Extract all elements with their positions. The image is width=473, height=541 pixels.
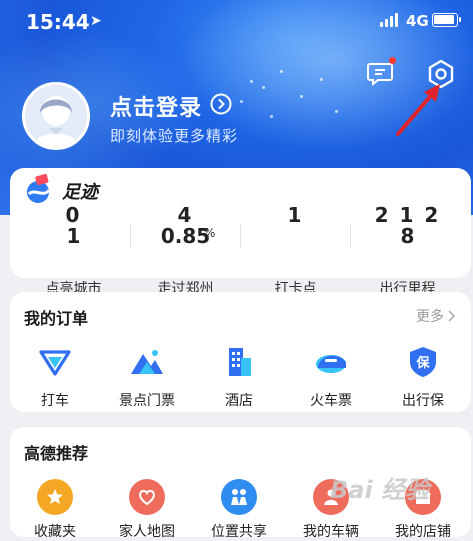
order-item-label: 景点门票 [119,393,175,409]
stat-value: 8 [400,224,415,248]
more-link[interactable]: 更多 [416,306,457,326]
stat-unit: % [204,226,216,240]
recommend-item-label: 位置共享 [211,524,267,540]
taxi-icon [39,350,71,376]
annotation-arrow-icon [396,84,440,136]
order-item-label: 出行保 [402,393,444,409]
order-item-label: 酒店 [225,393,253,409]
battery-icon [432,13,461,27]
more-label: 更多 [416,309,444,325]
avatar[interactable] [22,82,90,150]
recommend-item-label: 家人地图 [119,524,175,540]
travel-insurance-icon: 保 [410,347,436,377]
stat-checkins[interactable]: 1 打卡点 [238,203,353,297]
footprint-card[interactable]: 足迹 0 1 点亮城市 4 0.85 % 走过郑州 1 打卡点 2 1 2 8 … [10,168,471,297]
recommend-item-label: 我的车辆 [303,524,359,540]
recommend-item-family-map[interactable]: 家人地图 [107,479,187,541]
recommend-item-location-share[interactable]: 位置共享 [199,479,279,541]
order-item-travel-insurance[interactable]: 保 出行保 [383,344,463,410]
order-item-label: 火车票 [310,393,352,409]
chevron-right-icon [448,310,456,322]
stat-zhengzhou[interactable]: 4 0.85 % 走过郑州 [128,203,243,297]
status-bar: 15:44 ➤ 4G [0,0,473,42]
scenic-ticket-icon [131,350,163,374]
recommend-item-favorites[interactable]: 收藏夹 [15,479,95,541]
unread-badge [389,57,396,64]
stat-cities[interactable]: 0 1 点亮城市 [16,203,131,297]
orders-title: 我的订单 [24,309,89,328]
login-subtitle: 即刻体验更多精彩 [110,127,239,145]
recommend-title: 高德推荐 [24,444,89,463]
stat-value: 0 [65,203,82,227]
order-item-hotel[interactable]: 酒店 [199,344,279,410]
location-arrow-icon: ➤ [90,13,102,29]
watermark-logo: Bai 经验 [330,476,430,504]
order-item-label: 打车 [41,393,69,409]
star-icon [37,479,73,515]
heart-icon [129,479,165,515]
hotel-icon [229,348,251,376]
stat-value: 4 [177,203,194,227]
network-type: 4G [406,12,429,30]
chevron-right-circle-icon[interactable] [210,93,232,115]
recommend-item-label: 我的店铺 [395,524,451,540]
order-item-scenic-ticket[interactable]: 景点门票 [107,344,187,410]
order-item-taxi[interactable]: 打车 [15,344,95,410]
orders-card: 我的订单 更多 打车 景点门票 酒店 火车票 保 出行保 [10,292,471,412]
recommend-item-label: 收藏夹 [34,524,76,540]
stat-value: 1 [66,224,81,248]
stat-value: 2 1 2 [374,203,441,227]
train-ticket-icon [316,355,346,373]
login-title[interactable]: 点击登录 [110,90,202,122]
people-icon [221,479,257,515]
signal-icon [380,13,398,27]
order-item-train-ticket[interactable]: 火车票 [291,344,371,410]
stat-value: 0.85 [160,224,211,248]
svg-text:保: 保 [415,355,430,371]
stat-mileage[interactable]: 2 1 2 8 出行里程 [350,203,465,297]
status-time: 15:44 [26,10,90,34]
footprint-logo-icon [27,174,51,203]
footprint-title: 足迹 [62,182,98,203]
stat-value: 1 [287,203,304,227]
